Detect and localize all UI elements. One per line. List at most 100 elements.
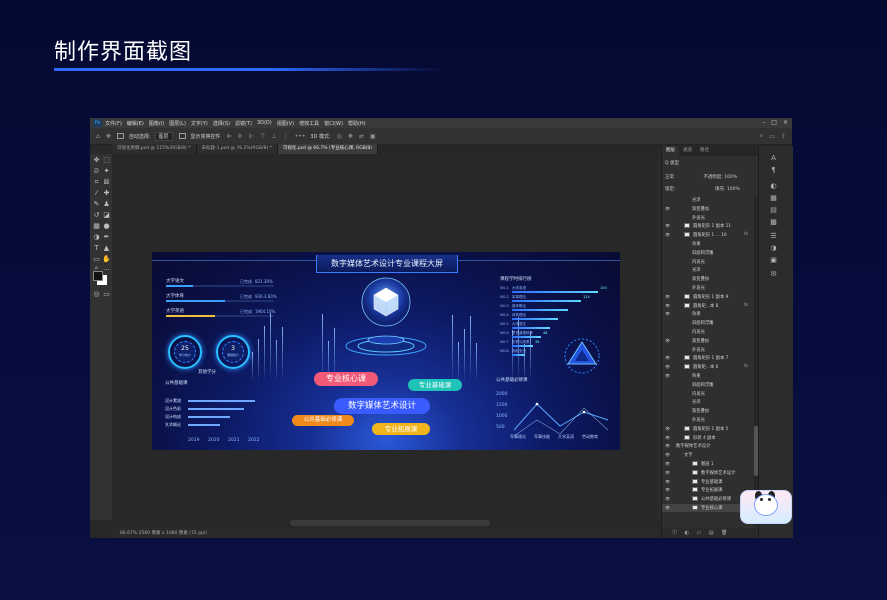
close-icon[interactable]: × xyxy=(783,118,788,128)
layer-row[interactable]: 👁 圆角矩...本 6 fx xyxy=(662,363,754,371)
move-tool-icon[interactable]: ✥ xyxy=(106,133,111,140)
adjustments-icon[interactable]: ◑ xyxy=(769,244,778,252)
menu-help[interactable]: 帮助(H) xyxy=(348,120,366,127)
layer-row[interactable]: 外发光 xyxy=(662,346,754,354)
magic-wand-icon[interactable]: ✦ xyxy=(102,167,111,176)
visibility-eye-icon[interactable]: 👁 xyxy=(665,496,670,501)
gradients-icon[interactable]: ▤ xyxy=(769,206,778,214)
3d-camera-icon[interactable]: ▣ xyxy=(370,133,376,140)
blend-mode-dropdown[interactable]: 正常 不透明度: 100% xyxy=(665,174,737,180)
visibility-eye-icon[interactable]: 👁 xyxy=(665,355,670,360)
search-icon[interactable]: ⌕ xyxy=(760,132,763,140)
horizontal-scrollbar[interactable] xyxy=(290,520,490,526)
layer-row[interactable]: 👁 圆角矩形 1 副本 5 xyxy=(662,425,754,433)
3d-slide-icon[interactable]: ⇄ xyxy=(359,133,364,140)
layer-row[interactable]: 👁 圆角矩形 1 ... 10 fx xyxy=(662,231,754,239)
visibility-eye-icon[interactable]: 👁 xyxy=(665,443,670,448)
crop-tool-icon[interactable]: ⌗ xyxy=(92,178,101,187)
libraries-icon[interactable]: ▣ xyxy=(769,256,778,264)
menu-edit[interactable]: 编辑(E) xyxy=(127,120,144,127)
layer-row[interactable]: 👁 形状 4 副本 xyxy=(662,434,754,442)
layer-row[interactable]: 👁 圆角矩...本 8 fx xyxy=(662,302,754,310)
fill-field[interactable]: 填充: 100% xyxy=(715,187,740,192)
paragraph-icon[interactable]: ¶ xyxy=(769,166,778,174)
layer-row[interactable]: 斜面和浮雕 xyxy=(662,381,754,389)
3d-orbit-icon[interactable]: ◎ xyxy=(337,133,342,140)
visibility-eye-icon[interactable]: 👁 xyxy=(665,470,670,475)
visibility-eye-icon[interactable]: 👁 xyxy=(665,206,670,211)
healing-brush-icon[interactable]: ✚ xyxy=(102,189,111,198)
visibility-eye-icon[interactable]: 👁 xyxy=(665,487,670,492)
visibility-eye-icon[interactable]: 👁 xyxy=(665,373,670,378)
menu-3d[interactable]: 3D(D) xyxy=(257,120,272,126)
more-options-icon[interactable]: ••• xyxy=(295,133,306,140)
align-left-icon[interactable]: ⊫ xyxy=(227,133,232,140)
menu-filter[interactable]: 滤镜(T) xyxy=(235,120,252,127)
quick-mask-icon[interactable]: ◎ xyxy=(92,290,101,299)
layer-row[interactable]: 光泽 xyxy=(662,196,754,204)
layer-row[interactable]: 👁 效果 xyxy=(662,310,754,318)
fx-icon[interactable]: fx xyxy=(744,364,748,369)
show-transform-checkbox[interactable] xyxy=(178,133,186,139)
layer-row[interactable]: 外发光 xyxy=(662,214,754,222)
align-center-icon[interactable]: ⊪ xyxy=(238,133,243,140)
visibility-eye-icon[interactable]: 👁 xyxy=(665,311,670,316)
dodge-tool-icon[interactable]: ◑ xyxy=(92,233,101,242)
visibility-eye-icon[interactable]: 👁 xyxy=(665,338,670,343)
layer-row[interactable]: 👁 数字媒体艺术设计 xyxy=(662,469,754,477)
pen-tool-icon[interactable]: ✒ xyxy=(102,233,111,242)
shape-tool-icon[interactable]: ▭ xyxy=(92,255,101,264)
layer-row[interactable]: 光泽 xyxy=(662,398,754,406)
menu-type[interactable]: 文字(Y) xyxy=(191,120,208,127)
eraser-tool-icon[interactable]: ◪ xyxy=(102,211,111,220)
layer-row[interactable]: 外发光 xyxy=(662,284,754,292)
layer-row[interactable]: 内发光 xyxy=(662,258,754,266)
brush-tool-icon[interactable]: ✎ xyxy=(92,200,101,209)
home-icon[interactable]: ⌂ xyxy=(96,133,100,140)
visibility-eye-icon[interactable]: 👁 xyxy=(665,435,670,440)
blur-tool-icon[interactable]: ● xyxy=(102,222,111,231)
fx-icon[interactable]: fx xyxy=(744,303,748,308)
share-icon[interactable]: ⇪ xyxy=(781,133,786,140)
layer-row[interactable]: 斜面和浮雕 xyxy=(662,319,754,327)
layer-row[interactable]: 外发光 xyxy=(662,416,754,424)
layer-row[interactable]: 👁 专业基础课 xyxy=(662,478,754,486)
lasso-tool-icon[interactable]: ᘐ xyxy=(92,167,101,176)
visibility-eye-icon[interactable]: 👁 xyxy=(665,461,670,466)
visibility-eye-icon[interactable]: 👁 xyxy=(665,223,670,228)
auto-select-dropdown[interactable]: 图层 xyxy=(154,131,173,141)
path-select-icon[interactable]: ▲ xyxy=(102,244,111,253)
opacity-field[interactable]: 不透明度: 100% xyxy=(703,175,737,180)
menu-plugins[interactable]: 增效工具 xyxy=(299,120,319,127)
gradient-tool-icon[interactable]: ▦ xyxy=(92,222,101,231)
minimize-icon[interactable]: – xyxy=(762,118,765,128)
workspace-icon[interactable]: ▭ xyxy=(769,133,775,140)
stamp-tool-icon[interactable]: ♟ xyxy=(102,200,111,209)
tab-original[interactable]: 可视化原稿.psd @ 115%(RGB/8) * xyxy=(112,144,197,154)
frame-tool-icon[interactable]: ⊠ xyxy=(102,178,111,187)
layer-row[interactable]: 效果 xyxy=(662,240,754,248)
layer-row[interactable]: 渐变叠加 xyxy=(662,407,754,415)
layer-row[interactable]: 👁 图层 1 xyxy=(662,460,754,468)
character-icon[interactable]: A xyxy=(769,154,778,162)
foreground-color-swatch[interactable] xyxy=(93,271,103,281)
hand-tool-icon[interactable]: ✋ xyxy=(102,255,111,264)
visibility-eye-icon[interactable]: 👁 xyxy=(665,294,670,299)
visibility-eye-icon[interactable]: 👁 xyxy=(665,505,670,510)
visibility-eye-icon[interactable]: 👁 xyxy=(665,303,670,308)
3d-pan-icon[interactable]: ✥ xyxy=(348,133,353,140)
maximize-icon[interactable]: □ xyxy=(771,118,777,128)
auto-select-checkbox[interactable] xyxy=(116,133,124,139)
tab-paths[interactable]: 路径 xyxy=(696,146,713,156)
patterns-icon[interactable]: ▩ xyxy=(769,218,778,226)
swatches-icon[interactable]: ▦ xyxy=(769,194,778,202)
align-top-icon[interactable]: ⊤ xyxy=(260,133,265,140)
layer-row[interactable]: 👁 渐变叠加 xyxy=(662,205,754,213)
align-right-icon[interactable]: ⊩ xyxy=(249,133,254,140)
tab-visualization[interactable]: 可视化.psd @ 66.7% (专业核心课, RGB/8) xyxy=(277,144,378,154)
layer-row[interactable]: 👁 圆角矩形 1 副本 11 xyxy=(662,222,754,230)
fx-icon[interactable]: fx xyxy=(744,232,748,237)
move-tool-icon[interactable]: ✥ xyxy=(92,156,101,165)
visibility-eye-icon[interactable]: 👁 xyxy=(665,479,670,484)
visibility-eye-icon[interactable]: 👁 xyxy=(665,232,670,237)
